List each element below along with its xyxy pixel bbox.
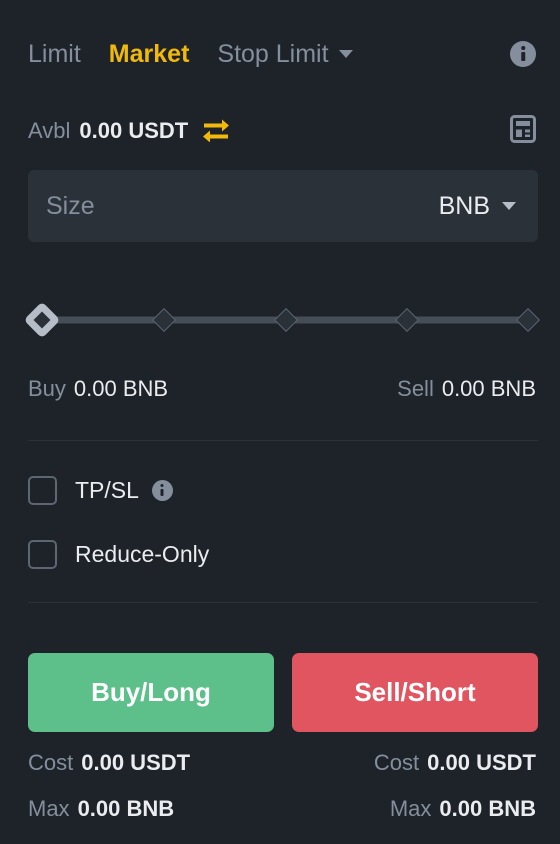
sell-quantity-value: 0.00 BNB: [441, 376, 536, 401]
sell-cost-label: Cost: [373, 750, 420, 775]
sell-short-button[interactable]: Sell/Short: [292, 653, 538, 732]
max-row: Max 0.00 BNB Max 0.00 BNB: [28, 796, 536, 822]
sell-cost-value: 0.00 USDT: [427, 750, 536, 775]
chevron-down-icon[interactable]: [502, 202, 516, 210]
sell-max-label: Max: [389, 796, 432, 821]
tpsl-checkbox-row[interactable]: TP/SL: [28, 476, 173, 505]
tab-limit[interactable]: Limit: [28, 41, 81, 67]
slider-handle[interactable]: [23, 301, 61, 339]
tpsl-label: TP/SL: [75, 477, 139, 503]
cost-max-footer: Cost 0.00 USDT Cost 0.00 USDT Max 0.00 B…: [28, 750, 536, 842]
tpsl-checkbox[interactable]: [28, 476, 57, 505]
action-buttons: Buy/Long Sell/Short: [28, 653, 538, 732]
tab-market[interactable]: Market: [109, 41, 190, 67]
buy-long-button[interactable]: Buy/Long: [28, 653, 274, 732]
divider-bottom: [28, 602, 538, 603]
reduce-only-label: Reduce-Only: [75, 541, 210, 567]
chevron-down-icon: [338, 50, 353, 58]
cost-row: Cost 0.00 USDT Cost 0.00 USDT: [28, 750, 536, 776]
available-balance-label: Avbl: [28, 118, 71, 143]
available-balance-value: 0.00 USDT: [79, 118, 189, 143]
sell-max-value: 0.00 BNB: [439, 796, 536, 821]
size-percent-slider[interactable]: [23, 300, 541, 340]
quantity-row: Buy 0.00 BNB Sell 0.00 BNB: [28, 376, 536, 402]
buy-max: Max 0.00 BNB: [28, 796, 174, 822]
sell-cost: Cost 0.00 USDT: [374, 750, 536, 776]
size-input-field[interactable]: Size BNB: [28, 170, 538, 242]
buy-cost-label: Cost: [28, 750, 74, 775]
info-icon[interactable]: [510, 41, 536, 67]
slider-tick-25[interactable]: [151, 307, 177, 333]
slider-tick-100[interactable]: [515, 307, 541, 333]
buy-quantity-label: Buy: [28, 376, 66, 401]
reduce-only-checkbox[interactable]: [28, 540, 57, 569]
available-balance-row: Avbl 0.00 USDT: [28, 114, 536, 148]
transfer-icon[interactable]: [201, 116, 231, 147]
slider-tick-75[interactable]: [394, 307, 420, 333]
buy-max-value: 0.00 BNB: [77, 796, 175, 821]
slider-tick-50[interactable]: [273, 307, 299, 333]
size-unit-label: BNB: [438, 191, 490, 220]
buy-max-label: Max: [28, 796, 70, 821]
sell-quantity-label: Sell: [397, 376, 434, 401]
sell-quantity: Sell 0.00 BNB: [397, 376, 536, 402]
tab-stop-limit[interactable]: Stop Limit: [217, 39, 353, 68]
calculator-icon[interactable]: [510, 114, 536, 148]
size-input-placeholder: Size: [46, 191, 95, 220]
buy-quantity: Buy 0.00 BNB: [28, 376, 168, 402]
buy-cost-value: 0.00 USDT: [81, 750, 191, 775]
divider-top: [28, 440, 538, 441]
order-type-tabs: Limit Market Stop Limit: [28, 36, 536, 72]
buy-quantity-value: 0.00 BNB: [73, 376, 169, 401]
tab-stop-limit-label: Stop Limit: [217, 39, 329, 68]
buy-cost: Cost 0.00 USDT: [28, 750, 190, 776]
sell-max: Max 0.00 BNB: [390, 796, 536, 822]
reduce-only-checkbox-row[interactable]: Reduce-Only: [28, 540, 209, 569]
info-icon[interactable]: [151, 480, 173, 501]
